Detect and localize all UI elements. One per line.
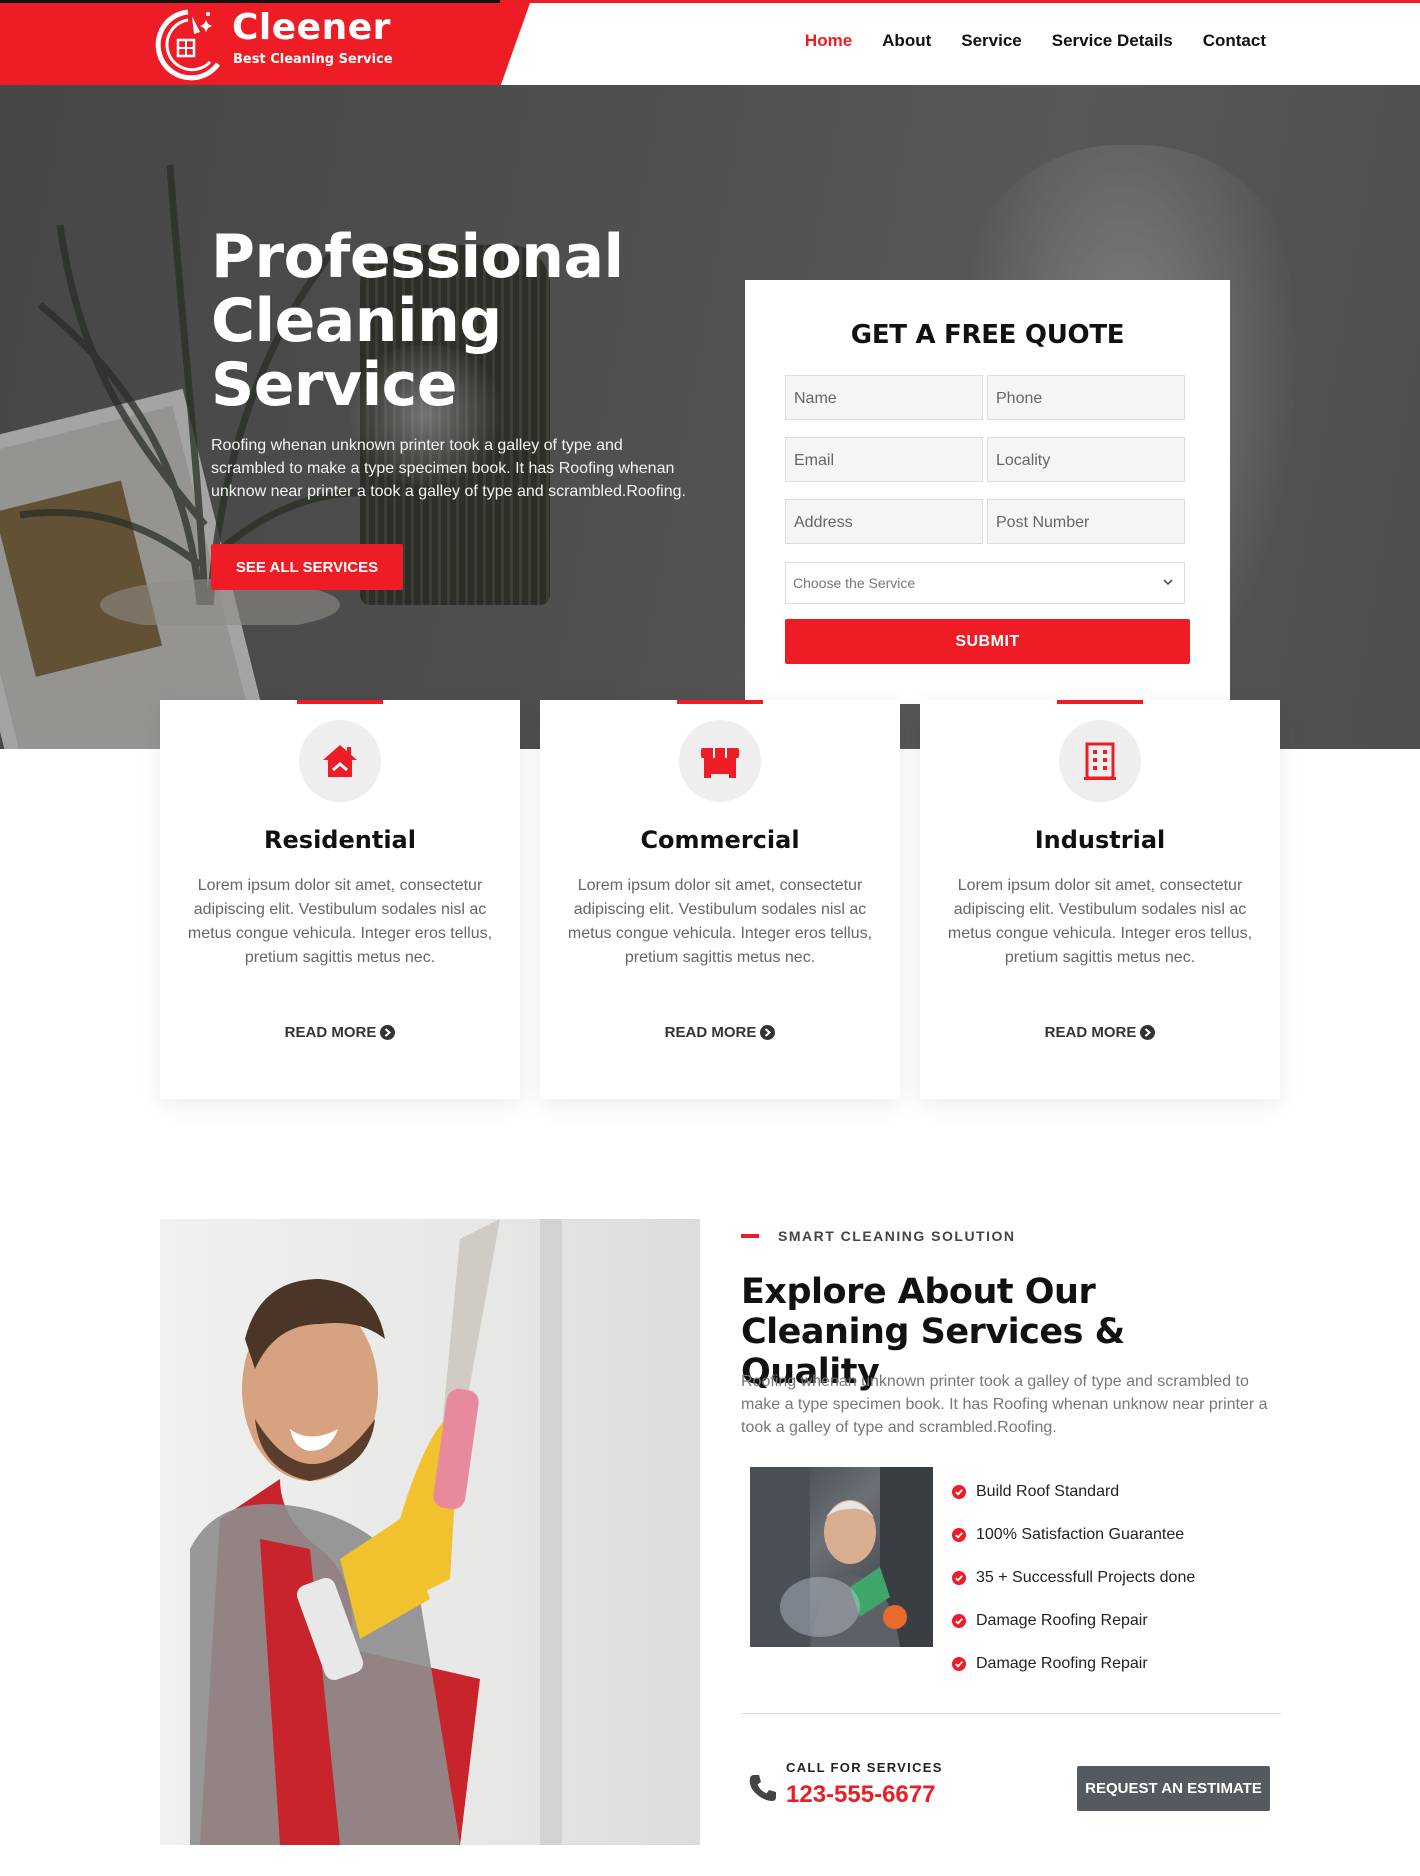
- hero-description: Roofing whenan unknown printer took a ga…: [211, 437, 686, 500]
- check-circle-icon: [952, 1570, 966, 1585]
- nav-about[interactable]: About: [882, 31, 931, 51]
- main-nav: Home About Service Service Details Conta…: [775, 31, 1266, 51]
- check-circle-icon: [952, 1527, 966, 1542]
- storefront-icon: [701, 748, 739, 778]
- card-text: Lorem ipsum dolor sit amet, consectetur …: [947, 877, 1253, 966]
- post-number-field[interactable]: Post Number: [987, 499, 1185, 544]
- address-field[interactable]: Address: [785, 499, 983, 544]
- card-text: Lorem ipsum dolor sit amet, consectetur …: [567, 877, 873, 966]
- chevron-down-icon: [1163, 579, 1173, 586]
- list-item: Damage Roofing Repair: [952, 1599, 1195, 1642]
- nav-service[interactable]: Service: [961, 31, 1022, 51]
- name-field[interactable]: Name: [785, 375, 983, 420]
- read-more-link[interactable]: READ MORE: [540, 1024, 900, 1041]
- about-description: Roofing whenan unknown printer took a ga…: [741, 1373, 1268, 1436]
- logo-icon[interactable]: [148, 6, 226, 84]
- card-title: Commercial: [640, 826, 800, 854]
- service-card-commercial: Commercial Lorem ipsum dolor sit amet, c…: [540, 700, 900, 1099]
- check-circle-icon: [952, 1656, 966, 1671]
- quote-form: GET A FREE QUOTE Name Phone Email Locali…: [745, 280, 1230, 704]
- see-all-services-button[interactable]: SEE ALL SERVICES: [211, 544, 403, 590]
- check-circle-icon: [952, 1484, 966, 1499]
- cleaner-illustration: [190, 1219, 562, 1845]
- read-more-link[interactable]: READ MORE: [920, 1024, 1280, 1041]
- house-icon: [323, 745, 357, 777]
- cleaning-thumbnail: [750, 1467, 933, 1647]
- phone-field[interactable]: Phone: [987, 375, 1185, 420]
- check-circle-icon: [952, 1613, 966, 1628]
- card-title: Residential: [264, 826, 416, 854]
- locality-field[interactable]: Locality: [987, 437, 1185, 482]
- site-header: Cleener Best Cleaning Service Home About…: [0, 3, 1420, 85]
- hero-title: Professional Cleaning Service: [211, 222, 624, 420]
- list-item: 35 + Successfull Projects done: [952, 1556, 1195, 1599]
- list-item: Damage Roofing Repair: [952, 1642, 1195, 1685]
- email-field[interactable]: Email: [785, 437, 983, 482]
- service-card-residential: Residential Lorem ipsum dolor sit amet, …: [160, 700, 520, 1099]
- about-eyebrow: SMART CLEANING SOLUTION: [778, 1228, 1016, 1244]
- brand-name[interactable]: Cleener: [232, 7, 391, 48]
- card-title: Industrial: [1034, 826, 1166, 854]
- submit-button[interactable]: SUBMIT: [785, 619, 1190, 664]
- request-estimate-button[interactable]: REQUEST AN ESTIMATE: [1077, 1766, 1270, 1811]
- nav-service-details[interactable]: Service Details: [1052, 31, 1173, 51]
- brand-tagline: Best Cleaning Service: [233, 52, 393, 67]
- quote-form-title: GET A FREE QUOTE: [850, 320, 1125, 350]
- list-item: 100% Satisfaction Guarantee: [952, 1513, 1195, 1556]
- call-label: CALL FOR SERVICES: [786, 1760, 943, 1775]
- feature-checklist: Build Roof Standard 100% Satisfaction Gu…: [952, 1470, 1195, 1685]
- phone-number-link[interactable]: 123-555-6677: [786, 1781, 935, 1809]
- service-select-value: Choose the Service: [793, 575, 916, 591]
- arrow-circle-icon: [760, 1025, 776, 1040]
- section-divider: [741, 1713, 1281, 1714]
- nav-home[interactable]: Home: [805, 31, 852, 51]
- arrow-circle-icon: [380, 1025, 396, 1040]
- arrow-circle-icon: [1140, 1025, 1156, 1040]
- eyebrow-accent: [741, 1234, 759, 1238]
- building-icon: [1084, 742, 1116, 780]
- hero-section: Professional Cleaning Service Roofing wh…: [0, 85, 1420, 749]
- cleaner-photo: [160, 1219, 700, 1845]
- service-card-industrial: Industrial Lorem ipsum dolor sit amet, c…: [920, 700, 1280, 1099]
- list-item: Build Roof Standard: [952, 1470, 1195, 1513]
- read-more-link[interactable]: READ MORE: [160, 1024, 520, 1041]
- card-text: Lorem ipsum dolor sit amet, consectetur …: [187, 877, 493, 966]
- service-select[interactable]: Choose the Service: [785, 562, 1185, 604]
- phone-icon: [749, 1775, 776, 1801]
- nav-contact[interactable]: Contact: [1203, 31, 1266, 51]
